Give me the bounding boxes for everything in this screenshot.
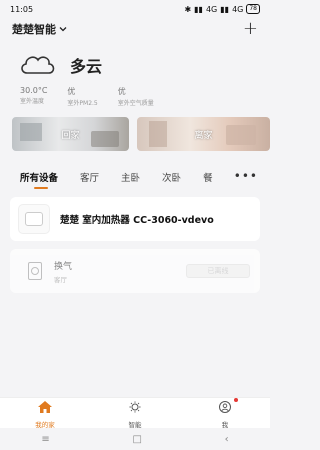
offline-status-button: 已离线 (186, 264, 250, 278)
network-label-1: 4G (205, 4, 218, 14)
bottom-nav: 我的家 智能 我 (0, 397, 270, 429)
status-time: 11:05 (10, 4, 34, 14)
metric-air-quality: 优 室外空气质量 (118, 86, 154, 107)
weather-condition: 多云 (70, 57, 103, 76)
device-card-offline[interactable]: 换气 客厅 已离线 (10, 249, 260, 293)
scene-image-detail (20, 123, 42, 141)
tab-second-bedroom[interactable]: 次卧 (162, 170, 181, 184)
scene-away-card[interactable]: 离家 (137, 117, 270, 151)
tab-master-bedroom[interactable]: 主卧 (121, 170, 140, 184)
device-room: 客厅 (54, 275, 67, 284)
battery-indicator: 78 (246, 4, 260, 14)
weather-metrics: 30.0°C 室外温度 优 室外PM2.5 优 室外空气质量 (20, 86, 154, 107)
scene-carousel: 回家 离家 (12, 117, 270, 151)
room-tabs: 所有设备 客厅 主卧 次卧 餐 (0, 167, 270, 189)
tab-dining[interactable]: 餐 (203, 170, 213, 184)
socket-icon (28, 262, 42, 280)
scene-image-detail (91, 131, 119, 147)
back-icon[interactable]: ‹ (225, 434, 229, 445)
chevron-down-icon (59, 23, 67, 36)
add-icon[interactable]: + (243, 20, 258, 38)
metric-label: 室外温度 (20, 98, 45, 105)
nav-smart[interactable]: 智能 (105, 398, 165, 429)
scene-image-detail (149, 121, 167, 147)
metric-value: 30.0°C (20, 86, 48, 95)
scene-label: 回家 (61, 130, 80, 141)
device-name: 换气 (54, 261, 73, 272)
device-info: 换气 客厅 (54, 259, 72, 284)
metric-pm25: 优 室外PM2.5 (67, 86, 97, 107)
nav-label: 我的家 (35, 420, 55, 429)
heater-icon (18, 204, 50, 234)
metric-label: 室外PM2.5 (67, 100, 98, 107)
user-icon (218, 398, 232, 417)
home-square-icon[interactable]: □ (132, 434, 141, 445)
metric-label: 室外空气质量 (117, 100, 154, 107)
menu-icon[interactable]: ≡ (41, 434, 49, 445)
signal-icon: ▮▮ (194, 4, 203, 14)
scene-image-detail (226, 125, 256, 145)
signal-icon-2: ▮▮ (220, 4, 230, 14)
scene-label: 离家 (194, 130, 213, 141)
status-indicators: ✱ ▮▮ 4G ▮▮ 4G 78 (184, 4, 260, 14)
more-icon[interactable]: ••• (234, 169, 258, 183)
device-card[interactable]: 楚楚 室内加热器 CC-3060-vdevo (10, 197, 260, 241)
nav-label: 智能 (128, 420, 142, 429)
tab-all-devices[interactable]: 所有设备 (20, 170, 58, 189)
metric-value: 优 (67, 87, 76, 96)
notification-dot (234, 397, 238, 402)
sun-icon (128, 398, 142, 417)
network-label-2: 4G (232, 4, 244, 14)
weather-summary: 多云 (18, 50, 102, 80)
home-name: 楚楚智能 (12, 23, 56, 36)
status-bar: 11:05 ✱ ▮▮ 4G ▮▮ 4G 78 (0, 0, 270, 18)
metric-value: 优 (117, 87, 126, 96)
tab-living-room[interactable]: 客厅 (80, 170, 99, 184)
metric-outdoor-temp: 30.0°C 室外温度 (20, 86, 47, 107)
nav-me[interactable]: 我 (195, 397, 255, 429)
scene-home-card[interactable]: 回家 (12, 117, 129, 151)
bluetooth-icon: ✱ (184, 4, 192, 14)
system-nav-bar: ≡ □ ‹ (0, 428, 270, 450)
nav-my-home[interactable]: 我的家 (15, 398, 75, 429)
header: 楚楚智能 + (0, 18, 270, 40)
nav-label: 我 (221, 420, 229, 429)
device-name: 楚楚 室内加热器 CC-3060-vdevo (60, 215, 214, 226)
cloud-icon (18, 50, 56, 80)
home-icon (38, 398, 52, 417)
home-selector[interactable]: 楚楚智能 (12, 21, 67, 37)
